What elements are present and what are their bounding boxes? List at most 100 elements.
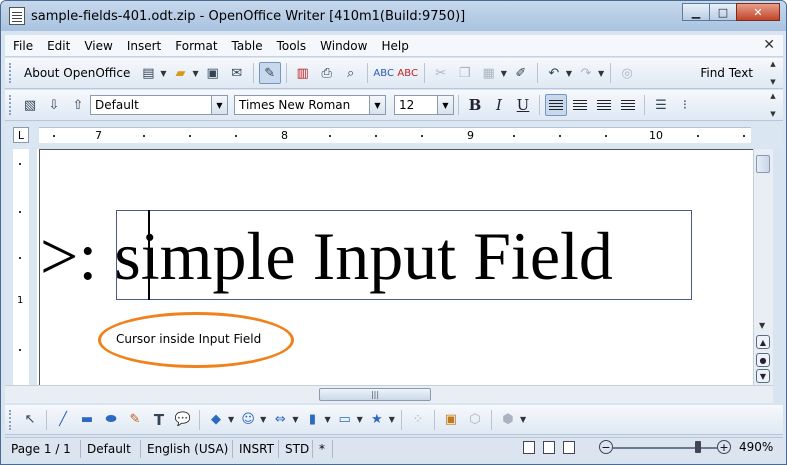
font-size-select[interactable]: 12 ▼ [394,95,454,115]
menu-tools[interactable]: Tools [269,39,313,53]
italic-button[interactable]: I [488,94,510,116]
zoom-slider-handle[interactable] [695,441,701,453]
menu-view[interactable]: View [76,39,118,53]
save-icon[interactable]: ▣ [202,62,224,84]
toolbar-overflow[interactable]: ▲ ▼ [767,92,779,118]
print-icon[interactable]: ⎙ [316,62,338,84]
status-selection-mode[interactable]: STD [279,439,313,458]
stars-icon[interactable]: ★ [366,409,388,431]
minimize-button[interactable]: ▁ [682,3,710,21]
undo-icon[interactable]: ↶ [543,62,565,84]
symbol-shapes-icon[interactable]: ☺ [237,409,259,431]
toolbar-grip[interactable] [9,95,14,115]
book-view-icon[interactable] [563,441,575,454]
zoom-in-icon[interactable]: + [717,440,731,454]
maximize-button[interactable]: □ [709,3,737,21]
open-folder-icon[interactable]: ▰ [170,62,192,84]
horizontal-ruler[interactable]: 7 8 9 10 [39,127,751,143]
close-document-button[interactable]: ✕ [763,37,775,53]
underline-button[interactable]: U [512,94,534,116]
document-area[interactable]: 1 >: simple Input Field Cursor inside In… [5,149,753,385]
chevron-down-icon[interactable]: ▼ [369,96,385,114]
single-page-view-icon[interactable] [523,441,535,454]
font-name-select[interactable]: Times New Roman ▼ [234,95,386,115]
basic-shapes-dropdown-arrow[interactable]: ▼ [228,415,234,424]
menu-edit[interactable]: Edit [39,39,76,53]
vertical-scroll-thumb[interactable] [756,155,770,173]
menu-file[interactable]: File [5,39,39,53]
freeform-line-icon[interactable]: ✎ [124,409,146,431]
status-page-style[interactable]: Default [81,439,141,458]
next-page-icon[interactable]: ▼ [756,369,770,383]
status-insert-mode[interactable]: INSRT [233,439,279,458]
fontwork-icon[interactable]: ⬡ [464,409,486,431]
bullets-icon[interactable]: ⁝ [674,94,696,116]
status-language[interactable]: English (USA) [141,439,233,458]
menu-format[interactable]: Format [167,39,223,53]
cut-icon[interactable]: ✂ [430,62,452,84]
flowchart-icon[interactable]: ▮ [301,409,323,431]
callout-shapes-icon[interactable]: ▭ [334,409,356,431]
points-icon[interactable]: ⁘ [407,409,429,431]
document-page[interactable]: >: simple Input Field Cursor inside Inpu… [39,149,753,385]
redo-icon[interactable]: ↷ [575,62,597,84]
callouts-icon[interactable]: 💬 [172,409,194,431]
status-modified[interactable]: * [313,439,333,458]
email-icon[interactable]: ✉ [226,62,248,84]
input-field-box[interactable] [116,210,692,300]
horizontal-scroll-thumb[interactable]: ||| [319,388,431,401]
scroll-down-icon[interactable]: ▼ [759,321,765,330]
autospellcheck-icon[interactable]: ABC [397,62,419,84]
redo-dropdown-arrow[interactable]: ▼ [598,69,604,78]
vertical-ruler[interactable]: 1 [5,149,37,385]
menu-window[interactable]: Window [312,39,373,53]
navigation-icon[interactable]: ● [756,353,770,367]
new-dropdown-arrow[interactable]: ▼ [160,69,166,78]
export-pdf-icon[interactable]: ▥ [292,62,314,84]
zoom-out-icon[interactable]: − [599,440,613,454]
toolbar-overflow-arrow[interactable]: ▼ [520,415,526,424]
block-arrows-icon[interactable]: ⇔ [269,409,291,431]
spellcheck-icon[interactable]: ABC [373,62,395,84]
previous-page-icon[interactable]: ▲ [756,335,770,349]
clone-formatting-icon[interactable]: ✐ [510,62,532,84]
toolbar-grip[interactable] [9,409,14,430]
about-openoffice-button[interactable]: About OpenOffice [18,66,136,80]
undo-dropdown-arrow[interactable]: ▼ [566,69,572,78]
toolbar-overflow[interactable]: ▲ ▼ [767,60,779,86]
edit-file-icon[interactable]: ✎ [258,62,281,84]
new-document-icon[interactable]: ▤ [137,62,159,84]
zoom-level[interactable]: 490% [739,440,773,454]
paste-icon[interactable]: ▦ [478,62,500,84]
vertical-scrollbar[interactable]: ▼ ▲ ● ▼ [753,149,773,385]
find-text-button[interactable]: Find Text [700,66,753,80]
paste-dropdown-arrow[interactable]: ▼ [501,69,507,78]
line-icon[interactable]: ╱ [52,409,74,431]
select-pointer-icon[interactable]: ↖ [19,409,41,431]
menu-table[interactable]: Table [224,39,269,53]
basic-shapes-icon[interactable]: ◆ [205,409,227,431]
status-page[interactable]: Page 1 / 1 [5,439,81,458]
menu-help[interactable]: Help [373,39,414,53]
flowchart-dropdown-arrow[interactable]: ▼ [324,415,330,424]
chevron-down-icon[interactable]: ▼ [211,96,227,114]
from-file-icon[interactable]: ▣ [440,409,462,431]
navigator-icon[interactable]: ◎ [616,62,638,84]
align-center-icon[interactable] [569,94,591,116]
bold-button[interactable]: B [464,94,486,116]
paragraph-style-select[interactable]: Default ▼ [90,95,228,115]
toolbar-grip[interactable] [9,63,14,83]
close-button[interactable]: ✕ [736,3,780,21]
zoom-slider[interactable] [613,447,717,449]
align-right-icon[interactable] [593,94,615,116]
block-arrows-dropdown-arrow[interactable]: ▼ [292,415,298,424]
text-icon[interactable]: T [148,409,170,431]
demote-icon[interactable]: ⇩ [43,94,65,116]
rectangle-icon[interactable]: ▬ [76,409,98,431]
menu-insert[interactable]: Insert [119,39,167,53]
chevron-down-icon[interactable]: ▼ [437,96,453,114]
ellipse-icon[interactable]: ⬬ [100,409,122,431]
horizontal-scrollbar[interactable]: ||| [5,385,773,403]
open-dropdown-arrow[interactable]: ▼ [193,69,199,78]
justify-icon[interactable] [617,94,639,116]
